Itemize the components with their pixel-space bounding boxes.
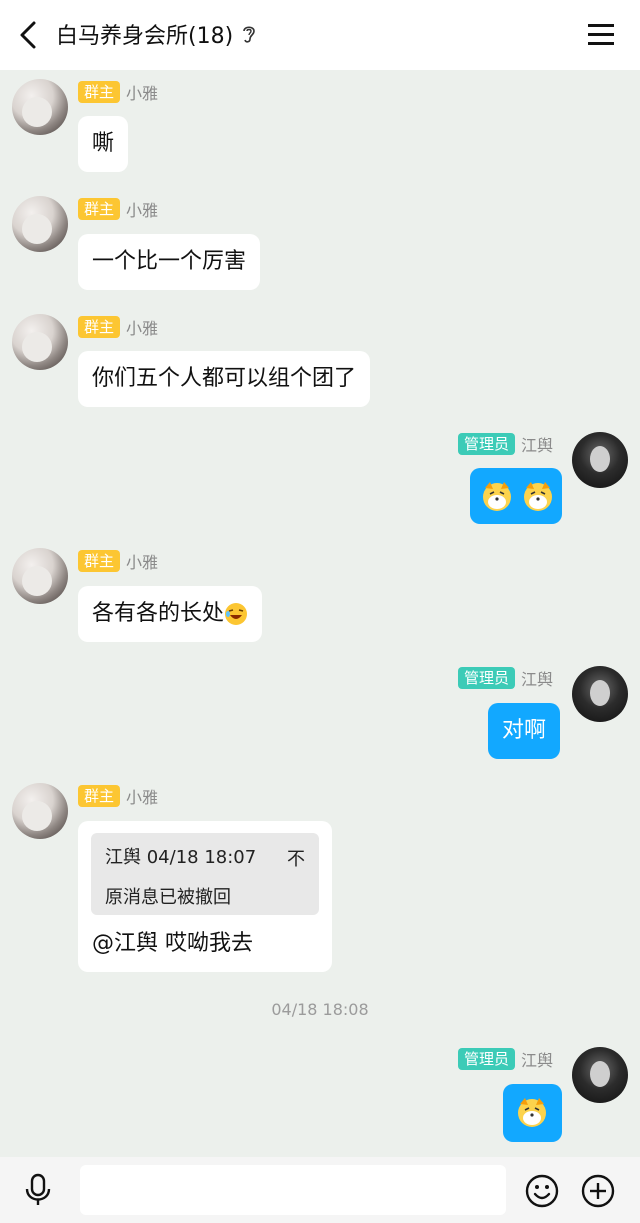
message-bubble[interactable]: 对啊: [488, 703, 561, 759]
admin-badge: 管理员: [458, 1048, 516, 1070]
avatar-xiaoya[interactable]: [12, 314, 68, 370]
microphone-icon[interactable]: [24, 1173, 52, 1207]
avatar-jiangyu[interactable]: [572, 432, 628, 488]
avatar-xiaoya[interactable]: [12, 783, 68, 839]
dog-emoji-icon: [483, 482, 511, 511]
sender-name: 小雅: [126, 84, 159, 103]
emoji-message-bubble[interactable]: [470, 468, 562, 524]
quote-body: 原消息已被撤回: [105, 887, 231, 908]
avatar-xiaoya[interactable]: [12, 79, 68, 135]
plus-icon[interactable]: [580, 1173, 616, 1209]
sender-meta: 群主 小雅: [78, 197, 158, 221]
admin-badge: 管理员: [458, 667, 516, 689]
sender-meta: 管理员 江舆: [458, 432, 553, 456]
quoted-message[interactable]: 江舆 04/18 18:07 原消息已被撤回 不: [91, 833, 319, 915]
owner-badge: 群主: [78, 316, 121, 338]
sender-meta: 群主 小雅: [78, 315, 158, 339]
sender-name: 江舆: [521, 1051, 554, 1070]
sender-name: 小雅: [126, 201, 159, 220]
sender-name: 小雅: [126, 553, 159, 572]
quote-author-time: 江舆 04/18 18:07: [105, 847, 257, 868]
sender-meta: 群主 小雅: [78, 784, 158, 808]
chat-title: 白马养身会所(18): [56, 24, 234, 49]
sender-meta: 群主 小雅: [78, 80, 158, 104]
message-bubble[interactable]: 嘶: [78, 116, 129, 172]
dog-emoji-icon: [524, 482, 552, 511]
reply-message-bubble[interactable]: 江舆 04/18 18:07 原消息已被撤回 不 @江舆 哎呦我去: [78, 821, 332, 972]
owner-badge: 群主: [78, 81, 121, 103]
sender-meta: 群主 小雅: [78, 549, 158, 573]
laughing-emoji-icon: [225, 603, 248, 625]
sender-name: 江舆: [521, 670, 554, 689]
message-input[interactable]: [80, 1165, 506, 1215]
admin-badge: 管理员: [458, 433, 516, 455]
menu-icon[interactable]: [588, 22, 614, 46]
owner-badge: 群主: [78, 785, 121, 807]
avatar-jiangyu[interactable]: [572, 666, 628, 722]
sender-meta: 管理员 江舆: [458, 666, 553, 690]
avatar-xiaoya[interactable]: [12, 548, 68, 604]
message-bubble[interactable]: 各有各的长处: [78, 586, 263, 642]
owner-badge: 群主: [78, 198, 121, 220]
sender-name: 江舆: [521, 436, 554, 455]
time-divider: 04/18 18:08: [271, 1000, 369, 1019]
sender-name: 小雅: [126, 788, 159, 807]
chat-header: 白马养身会所(18): [0, 0, 640, 70]
message-text: @江舆 哎呦我去: [92, 931, 253, 956]
quote-close-mark: 不: [287, 849, 305, 870]
emoji-icon[interactable]: [524, 1173, 560, 1209]
avatar-jiangyu[interactable]: [572, 1047, 628, 1103]
back-arrow-icon[interactable]: [14, 20, 42, 50]
avatar-xiaoya[interactable]: [12, 196, 68, 252]
input-bar: [0, 1157, 640, 1223]
message-bubble[interactable]: 一个比一个厉害: [78, 234, 261, 290]
sender-name: 小雅: [126, 319, 159, 338]
chat-title-group[interactable]: 白马养身会所(18): [56, 18, 257, 50]
dog-emoji-icon: [518, 1098, 546, 1127]
sender-meta: 管理员 江舆: [458, 1047, 553, 1071]
ear-icon: [243, 26, 255, 43]
emoji-message-bubble[interactable]: [503, 1084, 562, 1142]
message-text: 各有各的长处: [92, 601, 225, 626]
message-bubble[interactable]: 你们五个人都可以组个团了: [78, 351, 371, 407]
owner-badge: 群主: [78, 550, 121, 572]
